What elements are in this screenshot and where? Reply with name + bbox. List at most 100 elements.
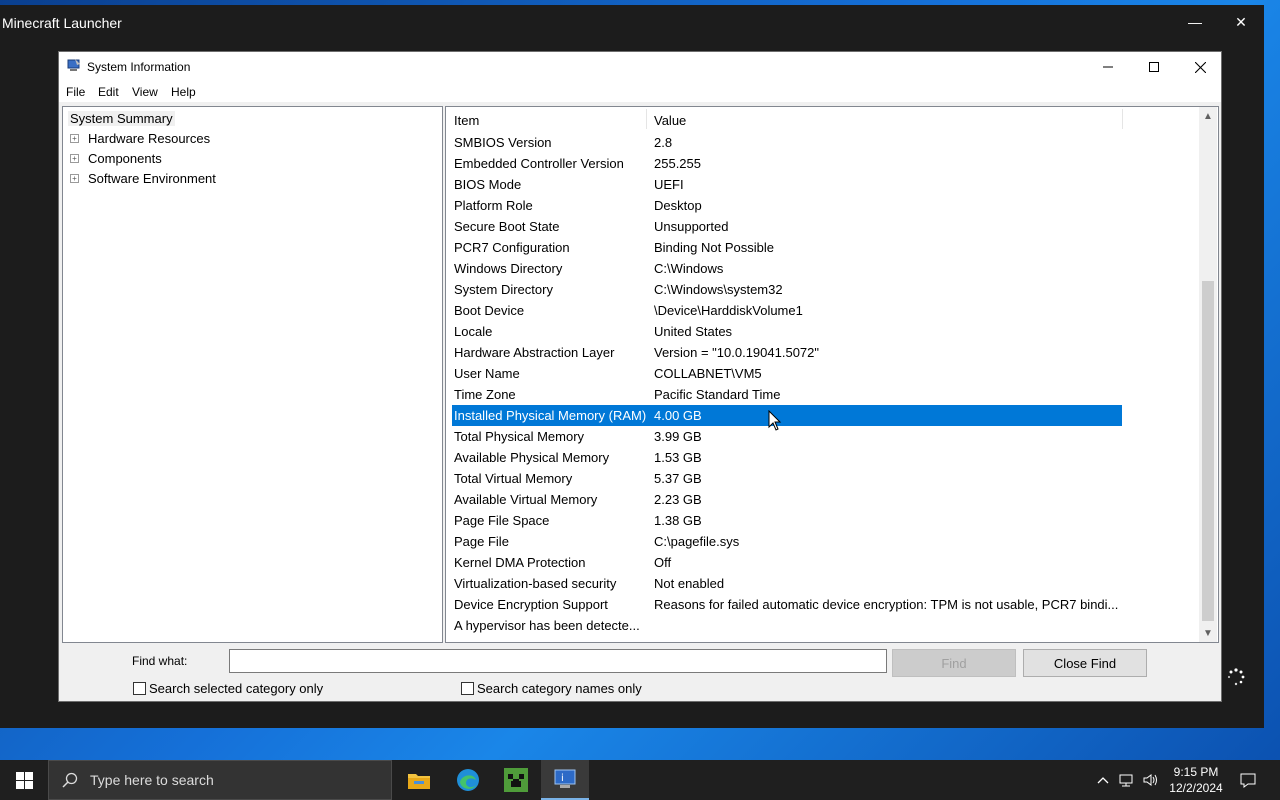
table-row[interactable]: PCR7 Configuration Binding Not Possible	[452, 237, 1122, 258]
table-row[interactable]: Device Encryption Support Reasons for fai…	[452, 594, 1122, 615]
start-button[interactable]	[0, 760, 48, 800]
table-row[interactable]: Page File Space 1.38 GB	[452, 510, 1122, 531]
row-value-cell: Binding Not Possible	[654, 240, 774, 255]
show-hidden-icons-chevron-up-icon[interactable]	[1093, 760, 1113, 800]
table-row[interactable]: Kernel DMA Protection Off	[452, 552, 1122, 573]
menu-edit[interactable]: Edit	[98, 85, 119, 99]
column-divider[interactable]	[1122, 109, 1123, 129]
vertical-scrollbar[interactable]: ▲ ▼	[1199, 107, 1217, 642]
taskbar-clock[interactable]: 9:15 PM 12/2/2024	[1164, 764, 1228, 796]
table-row[interactable]: Hardware Abstraction Layer Version = "10.…	[452, 342, 1122, 363]
category-tree: System Summary + Hardware Resources + Co…	[62, 106, 443, 643]
table-row[interactable]: Time Zone Pacific Standard Time	[452, 384, 1122, 405]
row-value-cell: Version = "10.0.19041.5072"	[654, 345, 820, 360]
mouse-cursor-icon	[768, 410, 782, 431]
scroll-down-arrow-icon[interactable]: ▼	[1199, 624, 1217, 642]
table-row[interactable]: Total Virtual Memory 5.37 GB	[452, 468, 1122, 489]
tree-item-system-summary[interactable]: System Summary	[68, 111, 175, 126]
close-find-button[interactable]: Close Find	[1023, 649, 1147, 677]
table-row[interactable]: Installed Physical Memory (RAM) 4.00 GB	[452, 405, 1122, 426]
row-item-cell: PCR7 Configuration	[454, 240, 570, 255]
row-item-cell: Page File Space	[454, 513, 550, 528]
column-header-item[interactable]: Item	[454, 113, 479, 128]
table-row[interactable]: Windows Directory C:\Windows	[452, 258, 1122, 279]
column-divider[interactable]	[646, 109, 647, 129]
table-row[interactable]: A hypervisor has been detecte...	[452, 615, 1122, 636]
table-row[interactable]: SMBIOS Version 2.8	[452, 132, 1122, 153]
taskbar-search-box[interactable]: Type here to search	[48, 760, 392, 800]
system-information-icon: i	[554, 769, 576, 788]
table-row[interactable]: Embedded Controller Version 255.255	[452, 153, 1122, 174]
action-center-notification-icon[interactable]	[1234, 760, 1262, 800]
row-value-cell: 1.53 GB	[654, 450, 702, 465]
row-value-cell: Desktop	[654, 198, 702, 213]
taskbar: Type here to search i 9:15 PM 12/2/2024	[0, 760, 1280, 800]
table-row[interactable]: Page File C:\pagefile.sys	[452, 531, 1122, 552]
search-icon	[62, 772, 78, 788]
row-item-cell: A hypervisor has been detecte...	[454, 618, 640, 633]
column-header-value[interactable]: Value	[654, 113, 686, 128]
minecraft-taskbar-button[interactable]	[492, 760, 540, 800]
volume-icon[interactable]	[1140, 760, 1162, 800]
menu-file[interactable]: File	[66, 85, 85, 99]
row-value-cell: 2.23 GB	[654, 492, 702, 507]
table-row[interactable]: Boot Device \Device\HarddiskVolume1	[452, 300, 1122, 321]
row-item-cell: Available Virtual Memory	[454, 492, 598, 507]
expand-plus-icon[interactable]: +	[70, 154, 79, 163]
window-title: System Information	[87, 60, 191, 74]
expand-plus-icon[interactable]: +	[70, 174, 79, 183]
details-list: Item Value SMBIOS Version 2.8 Embedded Con…	[445, 106, 1219, 643]
search-category-names-checkbox[interactable]: Search category names only	[461, 681, 642, 696]
scroll-up-arrow-icon[interactable]: ▲	[1199, 107, 1217, 125]
row-value-cell: COLLABNET\VM5	[654, 366, 762, 381]
system-information-taskbar-button[interactable]: i	[541, 760, 589, 800]
table-row[interactable]: Available Physical Memory 1.53 GB	[452, 447, 1122, 468]
maximize-button[interactable]	[1131, 52, 1177, 82]
close-button[interactable]	[1177, 52, 1223, 82]
table-row[interactable]: Total Physical Memory 3.99 GB	[452, 426, 1122, 447]
checkbox-box[interactable]	[461, 682, 474, 695]
edge-taskbar-button[interactable]	[444, 760, 492, 800]
table-row[interactable]: Secure Boot State Unsupported	[452, 216, 1122, 237]
minimize-button[interactable]	[1085, 52, 1131, 82]
clock-date: 12/2/2024	[1169, 781, 1223, 795]
row-item-cell: Embedded Controller Version	[454, 156, 624, 171]
row-item-cell: Available Physical Memory	[454, 450, 610, 465]
table-row[interactable]: Available Virtual Memory 2.23 GB	[452, 489, 1122, 510]
title-bar[interactable]: System Information	[59, 52, 1221, 82]
table-row[interactable]: Locale United States	[452, 321, 1122, 342]
clock-time: 9:15 PM	[1173, 765, 1219, 779]
tree-item-hardware-resources[interactable]: + Hardware Resources	[70, 131, 210, 146]
table-row[interactable]: BIOS Mode UEFI	[452, 174, 1122, 195]
find-button[interactable]: Find	[892, 649, 1016, 677]
table-row[interactable]: System Directory C:\Windows\system32	[452, 279, 1122, 300]
loading-spinner-icon	[1227, 668, 1245, 686]
windows-logo-icon	[15, 771, 33, 789]
file-explorer-taskbar-button[interactable]	[395, 760, 443, 800]
row-value-cell: Off	[654, 555, 672, 570]
tree-item-components[interactable]: + Components	[70, 151, 162, 166]
find-what-label: Find what:	[132, 654, 188, 668]
row-value-cell: 4.00 GB	[654, 408, 702, 423]
find-what-input[interactable]	[229, 649, 887, 673]
tree-item-software-environment[interactable]: + Software Environment	[70, 171, 216, 186]
row-value-cell: \Device\HarddiskVolume1	[654, 303, 803, 318]
launcher-close-button[interactable]: ✕	[1218, 5, 1264, 39]
menu-view[interactable]: View	[132, 85, 158, 99]
search-selected-category-checkbox[interactable]: Search selected category only	[133, 681, 323, 696]
table-row[interactable]: Platform Role Desktop	[452, 195, 1122, 216]
close-icon	[1194, 61, 1206, 73]
checkbox-box[interactable]	[133, 682, 146, 695]
maximize-icon	[1149, 62, 1159, 72]
expand-plus-icon[interactable]: +	[70, 134, 79, 143]
row-value-cell: 2.8	[654, 135, 673, 150]
launcher-minimize-button[interactable]: —	[1172, 5, 1218, 39]
network-icon[interactable]	[1116, 760, 1138, 800]
row-value-cell: 255.255	[654, 156, 701, 171]
row-item-cell: Boot Device	[454, 303, 525, 318]
scrollbar-thumb[interactable]	[1202, 281, 1214, 621]
row-item-cell: Hardware Abstraction Layer	[454, 345, 615, 360]
table-row[interactable]: Virtualization-based security Not enabled	[452, 573, 1122, 594]
table-row[interactable]: User Name COLLABNET\VM5	[452, 363, 1122, 384]
menu-help[interactable]: Help	[171, 85, 196, 99]
